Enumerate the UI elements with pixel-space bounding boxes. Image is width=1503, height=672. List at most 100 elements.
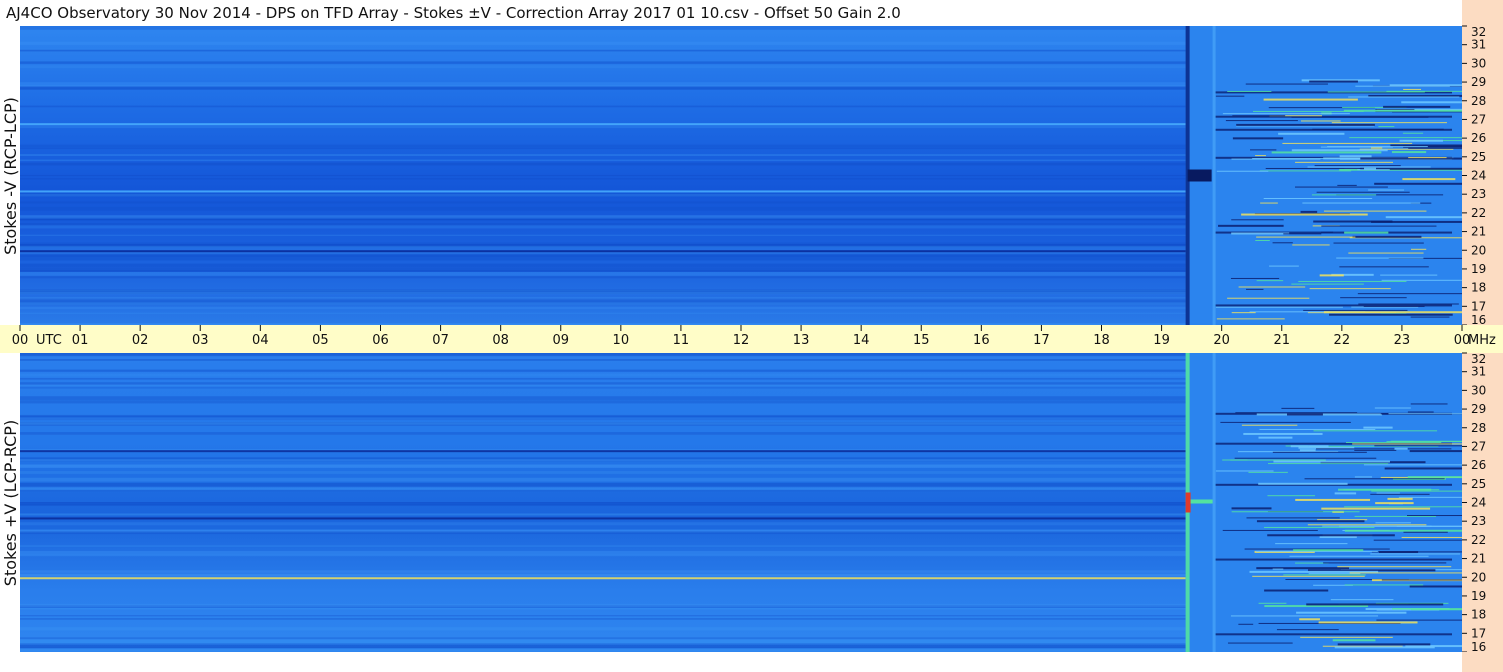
- signal-streak: [1343, 109, 1462, 112]
- signal-streak: [1216, 318, 1285, 320]
- texture-band: [20, 646, 1186, 649]
- signal-streak: [1265, 167, 1362, 169]
- signal-streak: [1256, 236, 1356, 238]
- texture-band: [20, 306, 1186, 310]
- signal-streak: [1275, 543, 1348, 545]
- signal-streak: [1295, 161, 1394, 163]
- signal-streak: [1215, 470, 1274, 472]
- signal-streak: [1340, 297, 1407, 299]
- signal-streak: [1255, 239, 1270, 241]
- texture-band: [20, 263, 1186, 268]
- time-label-5: 05: [312, 333, 329, 348]
- signal-streak: [1381, 579, 1462, 581]
- texture-band: [20, 272, 1186, 276]
- signal-streak: [1291, 283, 1364, 285]
- signal-streak: [1318, 621, 1418, 624]
- signal-streak: [1345, 442, 1442, 444]
- signal-streak: [1344, 506, 1462, 508]
- signal-streak: [1238, 286, 1306, 288]
- bright-frequency-line: [20, 123, 1186, 126]
- signal-streak: [1227, 642, 1293, 644]
- top-panel-ylabel: Stokes -V (RCP-LCP): [1, 97, 20, 255]
- signal-streak: [1313, 430, 1438, 432]
- signal-streak: [1343, 489, 1440, 491]
- signal-streak: [1327, 91, 1425, 93]
- signal-streak: [1304, 478, 1445, 480]
- signal-streak: [1222, 113, 1350, 115]
- signal-streak: [1227, 297, 1310, 299]
- utc-time-axis: 00 01 02 03 04 05 06 07 08 09 10 11 12 13 14 15 16 17 18 19…: [0, 325, 1503, 353]
- signal-streak: [1216, 170, 1269, 172]
- signal-streak: [1370, 147, 1383, 149]
- signal-streak: [1306, 603, 1444, 606]
- signal-streak: [1309, 288, 1391, 290]
- time-label-16: 16: [973, 333, 990, 348]
- stokes-minus-v-spectrogram: [20, 26, 1462, 325]
- bottom-freq-label-24: 24: [1471, 496, 1486, 510]
- top-freq-label-32: 32: [1471, 25, 1486, 39]
- activity-region: [1185, 353, 1462, 652]
- signal-streak: [1409, 450, 1462, 453]
- top-freq-label-22: 22: [1471, 206, 1486, 220]
- signal-streak: [1258, 602, 1287, 604]
- signal-streak: [1348, 252, 1424, 254]
- signal-streak: [1401, 101, 1462, 104]
- signal-streak: [1403, 531, 1448, 533]
- signal-streak: [1327, 146, 1428, 148]
- signal-streak: [1344, 584, 1424, 586]
- signal-streak: [1349, 572, 1462, 574]
- signal-streak: [1259, 428, 1376, 430]
- signal-streak: [1232, 137, 1284, 140]
- frequency-axis-header: [1462, 0, 1503, 26]
- signal-streak: [1231, 511, 1360, 513]
- signal-streak: [1391, 440, 1414, 442]
- signal-streak: [1375, 502, 1414, 505]
- time-label-4: 04: [252, 333, 269, 348]
- signal-streak: [1334, 646, 1435, 649]
- bottom-freq-label-20: 20: [1471, 570, 1486, 584]
- signal-streak: [1273, 460, 1390, 463]
- signal-streak: [1357, 293, 1462, 295]
- signal-streak: [1238, 623, 1254, 625]
- signal-streak: [1271, 151, 1382, 154]
- texture-band: [20, 247, 1186, 251]
- texture-band: [20, 604, 1186, 607]
- texture-band: [20, 482, 1186, 487]
- texture-band: [20, 302, 1186, 306]
- signal-streak: [1354, 515, 1436, 517]
- signal-streak: [1259, 170, 1352, 172]
- signal-streak: [1241, 213, 1368, 216]
- texture-band: [20, 615, 1186, 617]
- signal-streak: [1316, 191, 1410, 193]
- time-label-20: 20: [1213, 333, 1230, 348]
- texture-band: [20, 464, 1186, 468]
- time-label-11: 11: [673, 333, 690, 348]
- top-freq-label-31: 31: [1471, 38, 1486, 52]
- time-label-6: 06: [372, 333, 389, 348]
- signal-streak: [1231, 507, 1272, 510]
- top-freq-label-28: 28: [1471, 94, 1486, 108]
- interference-line: [1215, 558, 1452, 561]
- signal-streak: [1370, 493, 1430, 495]
- time-label-22: 22: [1334, 333, 1351, 348]
- texture-band: [20, 254, 1186, 257]
- time-label-1: 01: [72, 333, 89, 348]
- time-label-14: 14: [853, 333, 870, 348]
- texture-band: [20, 154, 1186, 156]
- signal-streak: [1272, 451, 1367, 453]
- activity-column: [1212, 353, 1216, 652]
- top-freq-label-30: 30: [1471, 56, 1486, 70]
- signal-streak: [1403, 88, 1422, 90]
- signal-streak: [1407, 476, 1462, 479]
- signal-streak: [1348, 96, 1460, 98]
- time-label-15: 15: [913, 333, 930, 348]
- signal-streak: [1394, 447, 1408, 450]
- signal-streak: [1410, 316, 1450, 318]
- signal-streak: [1399, 139, 1443, 142]
- texture-band: [20, 459, 1186, 462]
- signal-streak: [1300, 120, 1341, 122]
- signal-streak: [1329, 313, 1453, 316]
- signal-streak: [1317, 519, 1368, 521]
- signal-streak: [1231, 219, 1284, 221]
- top-freq-label-29: 29: [1471, 75, 1486, 89]
